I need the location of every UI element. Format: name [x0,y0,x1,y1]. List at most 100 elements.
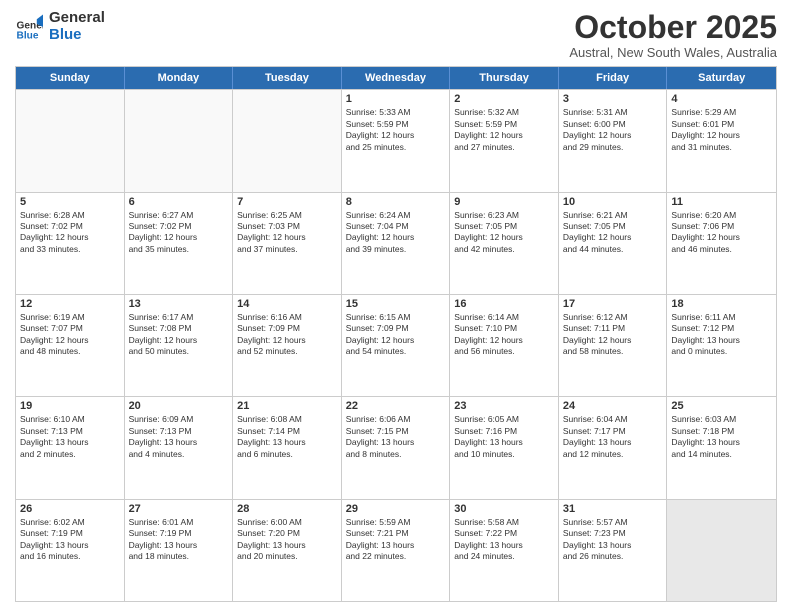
calendar-cell-1-6: 3 Sunrise: 5:31 AMSunset: 6:00 PMDaylight… [559,90,668,191]
cell-info: Sunrise: 5:59 AMSunset: 7:21 PMDaylight:… [346,517,446,563]
logo-blue: Blue [49,27,105,44]
calendar-cell-4-7: 25Sunrise: 6:03 AMSunset: 7:18 PMDayligh… [667,397,776,498]
cell-info: Sunrise: 6:10 AMSunset: 7:13 PMDaylight:… [20,414,120,460]
cell-info: Sunrise: 6:25 AMSunset: 7:03 PMDaylight:… [237,210,337,256]
day-number: 2 [454,93,554,105]
cell-info: Sunrise: 6:16 AMSunset: 7:09 PMDaylight:… [237,312,337,358]
calendar-cell-4-3: 21Sunrise: 6:08 AMSunset: 7:14 PMDayligh… [233,397,342,498]
calendar-cell-2-3: 7 Sunrise: 6:25 AMSunset: 7:03 PMDaylight… [233,193,342,294]
day-number: 14 [237,298,337,310]
day-number: 8 [346,196,446,208]
cell-info: Sunrise: 5:31 AMSunset: 6:00 PMDaylight:… [563,107,663,153]
calendar-cell-1-2 [125,90,234,191]
cell-info: Sunrise: 6:28 AMSunset: 7:02 PMDaylight:… [20,210,120,256]
calendar-row-4: 19 Sunrise: 6:10 AMSunset: 7:13 PMDayligh… [16,396,776,498]
calendar-cell-1-3 [233,90,342,191]
month-title: October 2025 [569,10,777,45]
day-number: 27 [129,503,229,515]
calendar-cell-4-4: 22 Sunrise: 6:06 AMSunset: 7:15 PMDayligh… [342,397,451,498]
day-number: 12 [20,298,120,310]
svg-text:Blue: Blue [17,30,39,40]
calendar-cell-5-2: 27 Sunrise: 6:01 AMSunset: 7:19 PMDayligh… [125,500,234,601]
day-number: 15 [346,298,446,310]
day-number: 26 [20,503,120,515]
calendar-cell-3-2: 13 Sunrise: 6:17 AMSunset: 7:08 PMDayligh… [125,295,234,396]
cell-info: Sunrise: 6:05 AMSunset: 7:16 PMDaylight:… [454,414,554,460]
cell-info: Sunrise: 6:06 AMSunset: 7:15 PMDaylight:… [346,414,446,460]
calendar-row-5: 26 Sunrise: 6:02 AMSunset: 7:19 PMDayligh… [16,499,776,601]
calendar-cell-3-6: 17 Sunrise: 6:12 AMSunset: 7:11 PMDayligh… [559,295,668,396]
day-number: 4 [671,93,772,105]
cell-info: Sunrise: 6:04 AMSunset: 7:17 PMDaylight:… [563,414,663,460]
calendar-cell-2-5: 9 Sunrise: 6:23 AMSunset: 7:05 PMDaylight… [450,193,559,294]
calendar-cell-1-4: 1 Sunrise: 5:33 AMSunset: 5:59 PMDaylight… [342,90,451,191]
calendar-cell-3-4: 15 Sunrise: 6:15 AMSunset: 7:09 PMDayligh… [342,295,451,396]
title-block: October 2025 Austral, New South Wales, A… [569,10,777,60]
cell-info: Sunrise: 6:20 AMSunset: 7:06 PMDaylight:… [671,210,772,256]
day-number: 20 [129,400,229,412]
calendar-cell-5-3: 28 Sunrise: 6:00 AMSunset: 7:20 PMDayligh… [233,500,342,601]
cell-info: Sunrise: 6:02 AMSunset: 7:19 PMDaylight:… [20,517,120,563]
day-number: 1 [346,93,446,105]
calendar-cell-5-5: 30 Sunrise: 5:58 AMSunset: 7:22 PMDayligh… [450,500,559,601]
cell-info: Sunrise: 5:29 AMSunset: 6:01 PMDaylight:… [671,107,772,153]
day-number: 13 [129,298,229,310]
cell-info: Sunrise: 6:27 AMSunset: 7:02 PMDaylight:… [129,210,229,256]
calendar-row-2: 5 Sunrise: 6:28 AMSunset: 7:02 PMDaylight… [16,192,776,294]
day-number: 22 [346,400,446,412]
day-number: 31 [563,503,663,515]
cell-info: Sunrise: 6:01 AMSunset: 7:19 PMDaylight:… [129,517,229,563]
day-number: 9 [454,196,554,208]
cell-info: Sunrise: 5:33 AMSunset: 5:59 PMDaylight:… [346,107,446,153]
day-header-saturday: Saturday [667,67,776,89]
header: General Blue General Blue October 2025 A… [15,10,777,60]
day-header-tuesday: Tuesday [233,67,342,89]
calendar-cell-4-5: 23Sunrise: 6:05 AMSunset: 7:16 PMDayligh… [450,397,559,498]
logo-general: General [49,10,105,27]
cell-info: Sunrise: 6:21 AMSunset: 7:05 PMDaylight:… [563,210,663,256]
calendar-cell-4-2: 20 Sunrise: 6:09 AMSunset: 7:13 PMDayligh… [125,397,234,498]
calendar-cell-3-3: 14 Sunrise: 6:16 AMSunset: 7:09 PMDayligh… [233,295,342,396]
day-header-sunday: Sunday [16,67,125,89]
calendar-cell-1-7: 4 Sunrise: 5:29 AMSunset: 6:01 PMDaylight… [667,90,776,191]
cell-info: Sunrise: 6:11 AMSunset: 7:12 PMDaylight:… [671,312,772,358]
cell-info: Sunrise: 6:23 AMSunset: 7:05 PMDaylight:… [454,210,554,256]
cell-info: Sunrise: 6:12 AMSunset: 7:11 PMDaylight:… [563,312,663,358]
day-number: 18 [671,298,772,310]
day-header-thursday: Thursday [450,67,559,89]
logo-icon: General Blue [15,13,43,41]
cell-info: Sunrise: 5:57 AMSunset: 7:23 PMDaylight:… [563,517,663,563]
cell-info: Sunrise: 6:00 AMSunset: 7:20 PMDaylight:… [237,517,337,563]
calendar-body: 1 Sunrise: 5:33 AMSunset: 5:59 PMDaylight… [16,89,776,601]
cell-info: Sunrise: 6:17 AMSunset: 7:08 PMDaylight:… [129,312,229,358]
day-number: 17 [563,298,663,310]
calendar-row-3: 12 Sunrise: 6:19 AMSunset: 7:07 PMDayligh… [16,294,776,396]
calendar-cell-4-6: 24Sunrise: 6:04 AMSunset: 7:17 PMDayligh… [559,397,668,498]
cell-info: Sunrise: 6:09 AMSunset: 7:13 PMDaylight:… [129,414,229,460]
day-number: 16 [454,298,554,310]
day-number: 28 [237,503,337,515]
calendar-cell-3-5: 16Sunrise: 6:14 AMSunset: 7:10 PMDayligh… [450,295,559,396]
calendar-cell-2-2: 6 Sunrise: 6:27 AMSunset: 7:02 PMDaylight… [125,193,234,294]
day-header-friday: Friday [559,67,668,89]
day-number: 11 [671,196,772,208]
calendar-cell-1-1 [16,90,125,191]
day-number: 7 [237,196,337,208]
cell-info: Sunrise: 6:15 AMSunset: 7:09 PMDaylight:… [346,312,446,358]
calendar-cell-5-4: 29 Sunrise: 5:59 AMSunset: 7:21 PMDayligh… [342,500,451,601]
cell-info: Sunrise: 6:08 AMSunset: 7:14 PMDaylight:… [237,414,337,460]
day-number: 6 [129,196,229,208]
cell-info: Sunrise: 5:58 AMSunset: 7:22 PMDaylight:… [454,517,554,563]
calendar-cell-3-1: 12 Sunrise: 6:19 AMSunset: 7:07 PMDayligh… [16,295,125,396]
day-number: 3 [563,93,663,105]
day-number: 29 [346,503,446,515]
day-number: 30 [454,503,554,515]
calendar: SundayMondayTuesdayWednesdayThursdayFrid… [15,66,777,602]
day-number: 5 [20,196,120,208]
calendar-cell-2-6: 10Sunrise: 6:21 AMSunset: 7:05 PMDayligh… [559,193,668,294]
calendar-cell-5-7 [667,500,776,601]
calendar-cell-1-5: 2Sunrise: 5:32 AMSunset: 5:59 PMDaylight… [450,90,559,191]
cell-info: Sunrise: 6:19 AMSunset: 7:07 PMDaylight:… [20,312,120,358]
day-number: 19 [20,400,120,412]
logo: General Blue General Blue [15,10,105,43]
